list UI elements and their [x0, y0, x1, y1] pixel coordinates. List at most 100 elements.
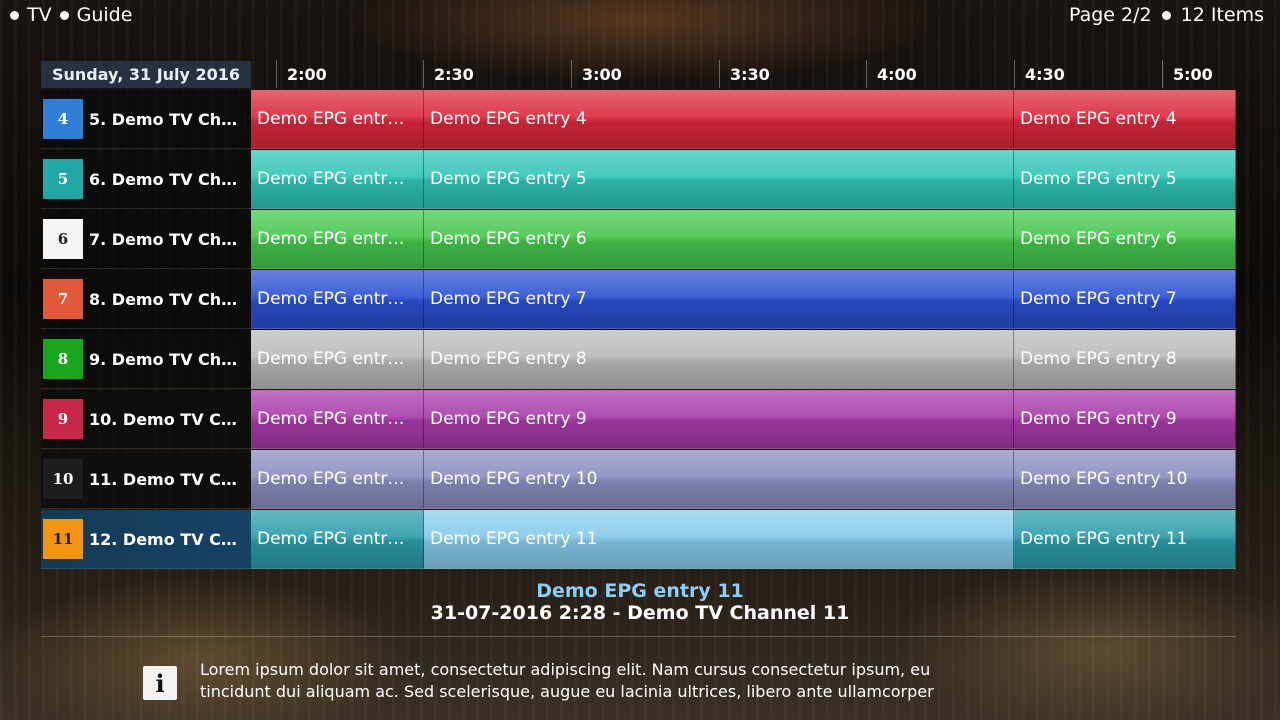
program-cell[interactable]: Demo EPG entry 9: [1014, 390, 1236, 449]
page-indicator: Page 2/2: [1069, 4, 1152, 26]
channel-name: 10. Demo TV Cha…: [89, 409, 247, 429]
channel-cell[interactable]: 10 11. Demo TV Cha…: [41, 450, 251, 509]
program-cell[interactable]: Demo EPG entr…: [251, 450, 424, 509]
channel-logo: 8: [43, 339, 83, 379]
bullet-icon: [10, 10, 19, 20]
channel-row: 6 7. Demo TV Chan… Demo EPG entr… Demo EPG …: [41, 210, 1236, 270]
program-title: Demo EPG entr…: [257, 409, 405, 429]
item-count: 12 Items: [1180, 4, 1264, 26]
program-cell[interactable]: Demo EPG entry 5: [1014, 150, 1236, 209]
program-title: Demo EPG entry 9: [430, 409, 587, 429]
channel-row: 5 6. Demo TV Chan… Demo EPG entr… Demo EPG …: [41, 150, 1236, 210]
channel-cell[interactable]: 9 10. Demo TV Cha…: [41, 390, 251, 449]
program-title: Demo EPG entr…: [257, 529, 405, 549]
program-cell[interactable]: Demo EPG entry 5: [424, 150, 1014, 209]
top-bar: TV Guide Page 2/2 12 Items: [0, 0, 1280, 32]
time-tick: [866, 60, 867, 88]
channel-logo: 4: [43, 99, 83, 139]
channel-cell[interactable]: 4 5. Demo TV Chan…: [41, 90, 251, 149]
program-cell[interactable]: Demo EPG entr…: [251, 390, 424, 449]
channel-name: 6. Demo TV Chan…: [89, 169, 247, 189]
channel-row: 11 12. Demo TV Cha… Demo EPG entr… Demo EPG…: [41, 510, 1236, 570]
channel-row: 9 10. Demo TV Cha… Demo EPG entr… Demo EPG …: [41, 390, 1236, 450]
program-title: Demo EPG entry 6: [1020, 229, 1177, 249]
channel-cell[interactable]: 8 9. Demo TV Chan…: [41, 330, 251, 389]
program-cell[interactable]: Demo EPG entry 9: [424, 390, 1014, 449]
channel-row: 4 5. Demo TV Chan… Demo EPG entr… Demo EPG …: [41, 90, 1236, 150]
breadcrumb-guide[interactable]: Guide: [77, 4, 133, 26]
program-cell[interactable]: Demo EPG entry 8: [1014, 330, 1236, 389]
plot-line: tincidunt dui aliquam ac. Sed scelerisqu…: [200, 682, 934, 701]
channel-cell[interactable]: 7 8. Demo TV Chan…: [41, 270, 251, 329]
channel-logo: 9: [43, 399, 83, 439]
channel-logo: 5: [43, 159, 83, 199]
time-label: 4:00: [877, 65, 917, 84]
program-title: Demo EPG entr…: [257, 469, 405, 489]
program-title: Demo EPG entry 8: [1020, 349, 1177, 369]
program-title: Demo EPG entry 8: [430, 349, 587, 369]
channel-cell[interactable]: 6 7. Demo TV Chan…: [41, 210, 251, 269]
guide-date: Sunday, 31 July 2016: [41, 61, 251, 88]
program-cell[interactable]: Demo EPG entry 8: [424, 330, 1014, 389]
program-title: Demo EPG entr…: [257, 289, 405, 309]
program-title: Demo EPG entry 5: [430, 169, 587, 189]
channel-logo: 10: [43, 459, 83, 499]
program-title: Demo EPG entry 11: [536, 580, 744, 602]
program-cell[interactable]: Demo EPG entry 4: [424, 90, 1014, 149]
channel-row: 10 11. Demo TV Cha… Demo EPG entr… Demo EPG…: [41, 450, 1236, 510]
program-title: Demo EPG entry 5: [1020, 169, 1177, 189]
channel-cell[interactable]: 5 6. Demo TV Chan…: [41, 150, 251, 209]
time-tick: [719, 60, 720, 88]
time-label: 3:30: [730, 65, 770, 84]
program-cell[interactable]: Demo EPG entry 7: [424, 270, 1014, 329]
bullet-icon: [1161, 10, 1171, 20]
program-title: Demo EPG entry 4: [1020, 109, 1177, 129]
channel-cell[interactable]: 11 12. Demo TV Cha…: [41, 510, 251, 569]
channel-logo: 7: [43, 279, 83, 319]
program-cell[interactable]: Demo EPG entry 7: [1014, 270, 1236, 329]
program-title: Demo EPG entr…: [257, 109, 405, 129]
program-cell[interactable]: Demo EPG entry 6: [424, 210, 1014, 269]
program-cell[interactable]: Demo EPG entry 10: [424, 450, 1014, 509]
divider: [41, 636, 1236, 637]
time-label: 4:30: [1025, 65, 1065, 84]
program-title: Demo EPG entr…: [257, 349, 405, 369]
channel-name: 11. Demo TV Cha…: [89, 469, 247, 489]
program-title: Demo EPG entry 10: [430, 469, 598, 489]
program-title: Demo EPG entry 10: [1020, 469, 1188, 489]
program-cell[interactable]: Demo EPG entry 11: [1014, 510, 1236, 569]
channel-row: 8 9. Demo TV Chan… Demo EPG entr… Demo EPG …: [41, 330, 1236, 390]
page-info: Page 2/2 12 Items: [1069, 4, 1264, 26]
channel-name: 9. Demo TV Chan…: [89, 349, 247, 369]
channel-name: 12. Demo TV Cha…: [89, 529, 247, 549]
program-cell[interactable]: Demo EPG entr…: [251, 150, 424, 209]
info-icon[interactable]: i: [143, 666, 177, 700]
program-cell[interactable]: Demo EPG entr…: [251, 270, 424, 329]
time-tick: [571, 60, 572, 88]
program-cell[interactable]: Demo EPG entry 4: [1014, 90, 1236, 149]
program-cell[interactable]: Demo EPG entr…: [251, 330, 424, 389]
timeline-header: 2:00 2:30 3:00 3:30 4:00 4:30 5:00: [251, 60, 1236, 88]
program-cell[interactable]: Demo EPG entr…: [251, 90, 424, 149]
program-cell[interactable]: Demo EPG entr…: [251, 510, 424, 569]
breadcrumb-tv[interactable]: TV: [27, 4, 52, 26]
time-tick: [423, 60, 424, 88]
program-plot: Lorem ipsum dolor sit amet, consectetur …: [200, 659, 1080, 703]
bullet-icon: [59, 10, 69, 20]
program-title: Demo EPG entry 6: [430, 229, 587, 249]
time-tick: [1162, 60, 1163, 88]
program-cell[interactable]: Demo EPG entry 10: [1014, 450, 1236, 509]
program-cell[interactable]: Demo EPG entr…: [251, 210, 424, 269]
program-title: Demo EPG entr…: [257, 229, 405, 249]
program-title: Demo EPG entry 7: [430, 289, 587, 309]
channel-name: 5. Demo TV Chan…: [89, 109, 247, 129]
breadcrumb: TV Guide: [10, 4, 132, 26]
program-title: Demo EPG entry 7: [1020, 289, 1177, 309]
program-cell[interactable]: Demo EPG entry 11: [424, 510, 1014, 569]
channel-row: 7 8. Demo TV Chan… Demo EPG entr… Demo EPG …: [41, 270, 1236, 330]
time-label: 2:00: [287, 65, 327, 84]
time-tick: [276, 60, 277, 88]
program-title: Demo EPG entr…: [257, 169, 405, 189]
program-cell[interactable]: Demo EPG entry 6: [1014, 210, 1236, 269]
channel-logo: 6: [43, 219, 83, 259]
